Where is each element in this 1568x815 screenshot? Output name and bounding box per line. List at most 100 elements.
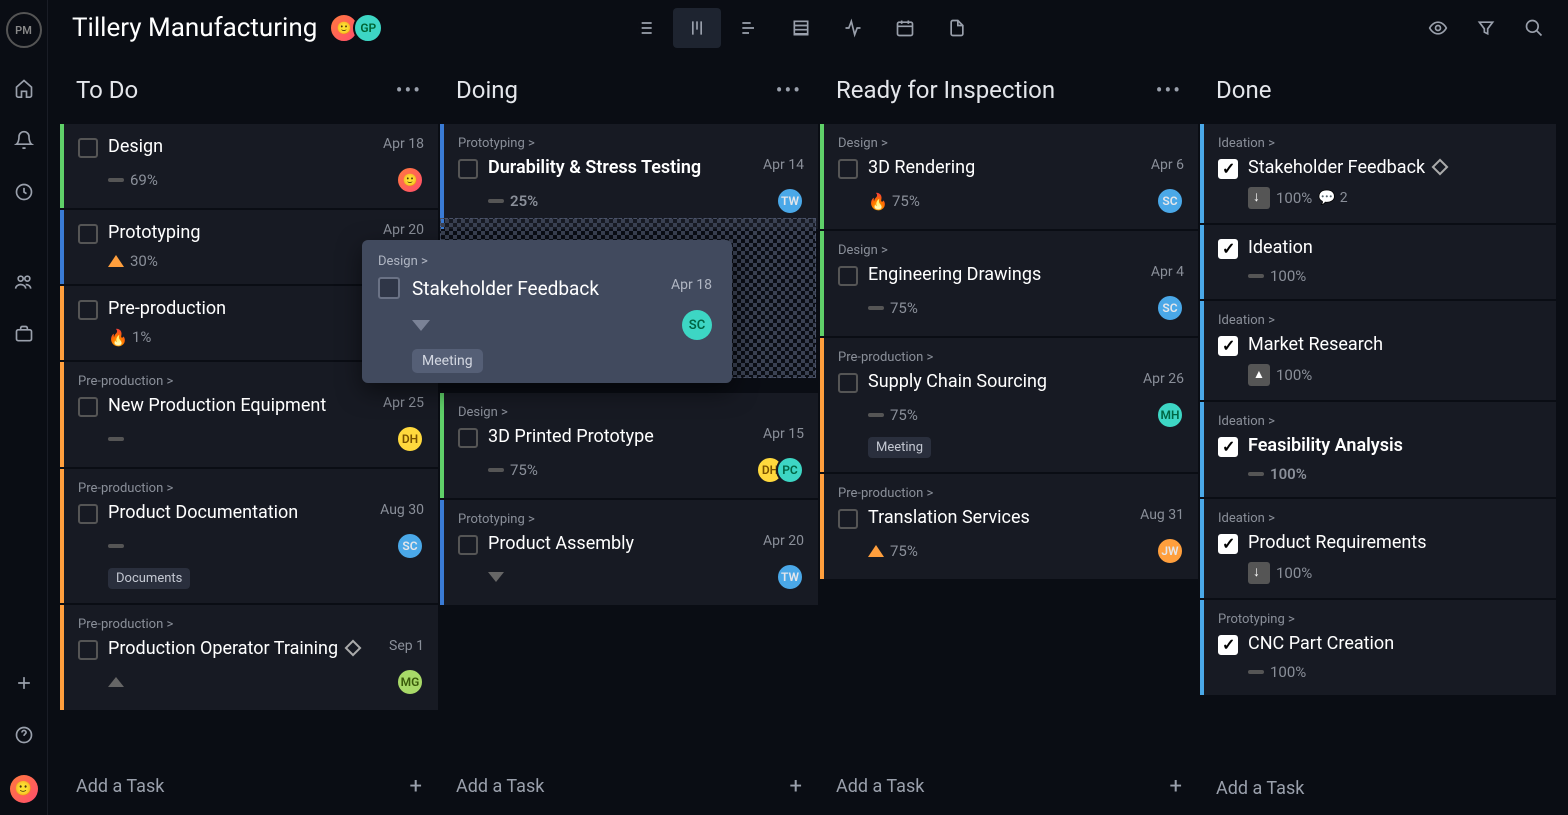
task-checkbox[interactable] <box>838 266 858 286</box>
task-progress: 100% <box>1270 663 1306 681</box>
list-view-icon[interactable] <box>621 8 669 48</box>
search-icon[interactable] <box>1524 18 1544 38</box>
board-view-icon[interactable] <box>673 8 721 48</box>
task-checkbox-checked[interactable] <box>1218 534 1238 554</box>
assignee-avatar: DH <box>396 425 424 453</box>
task-card[interactable]: Design > Engineering DrawingsApr 4 75%SC <box>820 231 1198 336</box>
task-checkbox[interactable] <box>78 397 98 417</box>
assignee-avatar: MG <box>396 668 424 696</box>
assignee-avatar: SC <box>396 532 424 560</box>
task-checkbox[interactable] <box>78 138 98 158</box>
column-doing: Doing ••• Prototyping > Durability & Str… <box>440 56 818 815</box>
help-icon[interactable] <box>12 723 36 747</box>
gantt-view-icon[interactable] <box>725 8 773 48</box>
column-menu-icon[interactable]: ••• <box>1156 78 1182 102</box>
priority-icon <box>868 306 884 310</box>
priority-icon <box>108 544 124 548</box>
user-avatar[interactable]: 🙂 <box>10 775 38 803</box>
add-task-button[interactable]: Add a Task <box>1200 762 1556 815</box>
plus-icon: + <box>790 774 802 799</box>
app-logo[interactable]: PM <box>6 12 42 48</box>
task-checkbox[interactable] <box>838 373 858 393</box>
task-title: Prototyping <box>108 222 373 243</box>
task-title: 3D Printed Prototype <box>488 426 753 447</box>
task-checkbox[interactable] <box>458 535 478 555</box>
task-progress: 75% <box>890 299 918 317</box>
task-card[interactable]: Design > 3D Printed PrototypeApr 15 75%D… <box>440 393 818 498</box>
task-card[interactable]: Pre-production > Production Operator Tra… <box>60 605 438 710</box>
column-header: Ready for Inspection ••• <box>820 56 1198 124</box>
task-checkbox[interactable] <box>458 428 478 448</box>
clock-icon[interactable] <box>12 180 36 204</box>
task-checkbox[interactable] <box>78 504 98 524</box>
task-card[interactable]: Pre-production > Product DocumentationAu… <box>60 469 438 603</box>
task-card[interactable]: Design > 3D RenderingApr 6 🔥75%SC <box>820 124 1198 229</box>
task-card[interactable]: Ideation > Market Research 100% <box>1200 301 1556 400</box>
home-icon[interactable] <box>12 76 36 100</box>
task-checkbox[interactable] <box>78 300 98 320</box>
bell-icon[interactable] <box>12 128 36 152</box>
task-card[interactable]: Prototyping > Product AssemblyApr 20 TW <box>440 500 818 605</box>
project-title: Tillery Manufacturing <box>72 13 317 43</box>
task-card[interactable]: Pre-production > Translation ServicesAug… <box>820 474 1198 579</box>
task-checkbox[interactable] <box>378 277 400 299</box>
task-title: Design <box>108 136 373 157</box>
file-icon[interactable] <box>933 8 981 48</box>
add-task-button[interactable]: Add a Task+ <box>820 758 1198 815</box>
briefcase-icon[interactable] <box>12 322 36 346</box>
task-checkbox-checked[interactable] <box>1218 336 1238 356</box>
task-checkbox-checked[interactable] <box>1218 239 1238 259</box>
task-checkbox[interactable] <box>78 640 98 660</box>
task-card[interactable]: DesignApr 18 69%🙂 <box>60 124 438 208</box>
task-card[interactable]: Ideation 100% <box>1200 225 1556 299</box>
users-icon[interactable] <box>12 270 36 294</box>
task-title: Ideation <box>1248 237 1542 258</box>
task-date: Aug 31 <box>1140 507 1184 523</box>
activity-icon[interactable] <box>829 8 877 48</box>
task-progress: 100% <box>1270 267 1306 285</box>
task-category: Design > <box>838 243 1184 258</box>
plus-icon: + <box>410 774 422 799</box>
task-card[interactable]: Prototyping > CNC Part Creation 100% <box>1200 600 1556 695</box>
priority-icon <box>868 413 884 417</box>
assignee-avatar: SC <box>1156 294 1184 322</box>
column-menu-icon[interactable]: ••• <box>776 78 802 102</box>
task-checkbox[interactable] <box>78 224 98 244</box>
task-date: Apr 18 <box>383 136 424 152</box>
plus-icon: + <box>1170 774 1182 799</box>
task-checkbox-checked[interactable] <box>1218 437 1238 457</box>
priority-high-icon <box>108 255 124 267</box>
plus-icon[interactable] <box>12 671 36 695</box>
column-cards: Design > 3D RenderingApr 6 🔥75%SC Design… <box>820 124 1198 758</box>
task-progress: 75% <box>890 406 918 424</box>
task-title: Product Assembly <box>488 533 753 554</box>
task-progress: 100% <box>1276 366 1312 384</box>
priority-urgent-icon: 🔥 <box>108 328 126 346</box>
task-checkbox[interactable] <box>838 159 858 179</box>
task-card[interactable]: Prototyping > Durability & Stress Testin… <box>440 124 818 229</box>
task-category: Ideation > <box>1218 414 1542 429</box>
sheet-view-icon[interactable] <box>777 8 825 48</box>
priority-icon <box>108 437 124 441</box>
task-checkbox[interactable] <box>458 159 478 179</box>
task-checkbox[interactable] <box>838 509 858 529</box>
task-card[interactable]: Ideation > Stakeholder Feedback 100% 💬 2 <box>1200 124 1556 223</box>
add-task-button[interactable]: Add a Task+ <box>60 758 438 815</box>
calendar-icon[interactable] <box>881 8 929 48</box>
project-members[interactable]: 🙂 GP <box>335 13 383 43</box>
assignee-stack: DHPC <box>764 456 804 484</box>
task-category: Ideation > <box>1218 313 1542 328</box>
task-tag: Meeting <box>412 349 483 373</box>
filter-icon[interactable] <box>1476 18 1496 38</box>
add-task-button[interactable]: Add a Task+ <box>440 758 818 815</box>
task-card[interactable]: Pre-production > Supply Chain SourcingAp… <box>820 338 1198 472</box>
topbar-actions <box>1428 18 1544 38</box>
eye-icon[interactable] <box>1428 18 1448 38</box>
task-card[interactable]: Ideation > Product Requirements 100% <box>1200 499 1556 598</box>
dragging-card[interactable]: Design > Stakeholder Feedback Apr 18 SC … <box>362 240 732 383</box>
task-category: Prototyping > <box>458 512 804 527</box>
task-card[interactable]: Ideation > Feasibility Analysis 100% <box>1200 402 1556 497</box>
task-checkbox-checked[interactable] <box>1218 159 1238 179</box>
column-menu-icon[interactable]: ••• <box>396 78 422 102</box>
task-checkbox-checked[interactable] <box>1218 635 1238 655</box>
